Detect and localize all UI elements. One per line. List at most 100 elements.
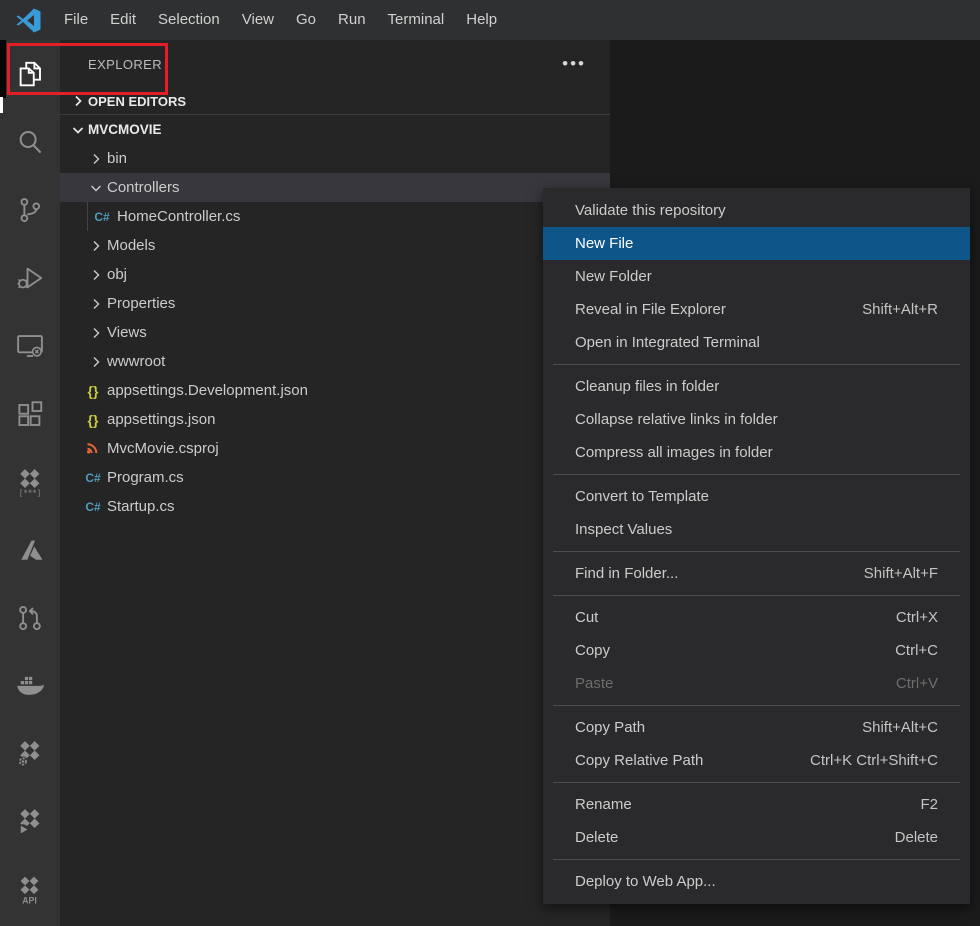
- menu-item-cleanup-files-in-folder[interactable]: Cleanup files in folder: [543, 370, 970, 403]
- tree-item-startup-cs[interactable]: C#Startup.cs: [60, 492, 610, 521]
- chevron-right-icon: [88, 354, 104, 370]
- menu-item-shortcut: F2: [920, 796, 938, 813]
- activitybar-active-indicator: [0, 97, 3, 113]
- menu-separator: [553, 859, 960, 860]
- activitybar-docker-icon[interactable]: [0, 652, 60, 720]
- tree-item-models[interactable]: Models: [60, 231, 610, 260]
- tree-item-label: Program.cs: [107, 469, 184, 486]
- menu-item-label: Reveal in File Explorer: [575, 301, 726, 318]
- menu-item-label: Collapse relative links in folder: [575, 411, 778, 428]
- tree-item-label: wwwroot: [107, 353, 165, 370]
- menubar-item-view[interactable]: View: [231, 0, 285, 40]
- json-file-icon: {}: [84, 412, 102, 428]
- activitybar-azure-static-web-apps-icon[interactable]: [0, 788, 60, 856]
- activitybar-run-and-debug-icon[interactable]: [0, 244, 60, 312]
- menubar-item-help[interactable]: Help: [455, 0, 508, 40]
- file-tree: binControllersC#HomeController.csModelso…: [60, 144, 610, 521]
- menu-item-cut[interactable]: CutCtrl+X: [543, 601, 970, 634]
- tree-item-bin[interactable]: bin: [60, 144, 610, 173]
- json-file-icon: {}: [84, 383, 102, 399]
- menu-separator: [553, 474, 960, 475]
- tree-item-wwwroot[interactable]: wwwroot: [60, 347, 610, 376]
- annotation-highlight-box: [7, 43, 168, 95]
- menubar-item-go[interactable]: Go: [285, 0, 327, 40]
- chevron-right-icon: [88, 267, 104, 283]
- tree-item-label: obj: [107, 266, 127, 283]
- tree-item-mvcmovie-csproj[interactable]: MvcMovie.csproj: [60, 434, 610, 463]
- menu-item-validate-this-repository[interactable]: Validate this repository: [543, 194, 970, 227]
- tree-item-label: HomeController.cs: [117, 208, 240, 225]
- menu-item-new-folder[interactable]: New Folder: [543, 260, 970, 293]
- activitybar-remote-explorer-icon[interactable]: [0, 312, 60, 380]
- menu-item-rename[interactable]: Rename F2: [543, 788, 970, 821]
- chevron-right-icon: [88, 325, 104, 341]
- menu-item-label: New File: [575, 235, 633, 252]
- chevron-right-icon: [88, 296, 104, 312]
- titlebar: FileEditSelectionViewGoRunTerminalHelp: [0, 0, 980, 40]
- menu-item-shortcut: Ctrl+C: [895, 642, 938, 659]
- menu-item-compress-all-images-in-folder[interactable]: Compress all images in folder: [543, 436, 970, 469]
- activitybar-extensions-icon[interactable]: [0, 380, 60, 448]
- menubar-item-run[interactable]: Run: [327, 0, 377, 40]
- activitybar-azure-api-management-icon[interactable]: API: [0, 856, 60, 924]
- menu-item-label: Inspect Values: [575, 521, 672, 538]
- tree-item-appsettings-json[interactable]: {}appsettings.json: [60, 405, 610, 434]
- window-edge: [0, 40, 6, 98]
- menu-item-open-in-integrated-terminal[interactable]: Open in Integrated Terminal: [543, 326, 970, 359]
- menu-item-copy-path[interactable]: Copy PathShift+Alt+C: [543, 711, 970, 744]
- menu-item-paste: PasteCtrl+V: [543, 667, 970, 700]
- tree-item-label: Startup.cs: [107, 498, 175, 515]
- menu-item-label: Rename: [575, 796, 632, 813]
- activitybar-azure-resources-icon[interactable]: [0, 720, 60, 788]
- tree-item-properties[interactable]: Properties: [60, 289, 610, 318]
- tree-item-label: appsettings.Development.json: [107, 382, 308, 399]
- tree-item-label: Views: [107, 324, 147, 341]
- section-mvcmovie[interactable]: MVCMOVIE: [60, 115, 610, 144]
- activitybar-source-control-icon[interactable]: [0, 176, 60, 244]
- indent-guide: [87, 202, 88, 231]
- tree-item-label: Properties: [107, 295, 175, 312]
- menubar-item-selection[interactable]: Selection: [147, 0, 231, 40]
- menu-item-find-in-folder[interactable]: Find in Folder...Shift+Alt+F: [543, 557, 970, 590]
- activitybar-search-icon[interactable]: [0, 108, 60, 176]
- tree-item-label: bin: [107, 150, 127, 167]
- menu-item-label: Compress all images in folder: [575, 444, 773, 461]
- menu-separator: [553, 595, 960, 596]
- tree-item-program-cs[interactable]: C# Program.cs: [60, 463, 610, 492]
- menu-item-reveal-in-file-explorer[interactable]: Reveal in File ExplorerShift+Alt+R: [543, 293, 970, 326]
- vscode-logo-icon: [16, 8, 41, 33]
- menu-item-delete[interactable]: DeleteDelete: [543, 821, 970, 854]
- menu-separator: [553, 782, 960, 783]
- tree-item-controllers[interactable]: Controllers: [60, 173, 610, 202]
- activitybar-azure-functions-icon[interactable]: [***]: [0, 448, 60, 516]
- menu-separator: [553, 364, 960, 365]
- activitybar-azure-icon[interactable]: [0, 516, 60, 584]
- tree-item-appsettings-development-json[interactable]: {} appsettings.Development.json: [60, 376, 610, 405]
- tree-item-homecontroller-cs[interactable]: C#HomeController.cs: [60, 202, 610, 231]
- menubar-item-file[interactable]: File: [53, 0, 99, 40]
- chevron-right-icon: [70, 93, 86, 109]
- menu-item-copy-relative-path[interactable]: Copy Relative PathCtrl+K Ctrl+Shift+C: [543, 744, 970, 777]
- csharp-file-icon: C#: [84, 471, 102, 485]
- menu-item-shortcut: Delete: [895, 829, 938, 846]
- menu-item-label: Cut: [575, 609, 598, 626]
- menubar-item-terminal[interactable]: Terminal: [377, 0, 456, 40]
- more-actions-icon[interactable]: •••: [562, 59, 586, 69]
- activitybar-github-pull-requests-icon[interactable]: [0, 584, 60, 652]
- menu-item-deploy-to-web-app[interactable]: Deploy to Web App...: [543, 865, 970, 898]
- menu-item-inspect-values[interactable]: Inspect Values: [543, 513, 970, 546]
- tree-item-obj[interactable]: obj: [60, 260, 610, 289]
- vscode-window: FileEditSelectionViewGoRunTerminalHelp […: [0, 0, 980, 926]
- menu-item-label: Find in Folder...: [575, 565, 678, 582]
- menu-item-label: Open in Integrated Terminal: [575, 334, 760, 351]
- menubar-item-edit[interactable]: Edit: [99, 0, 147, 40]
- menu-item-shortcut: Shift+Alt+C: [862, 719, 938, 736]
- menu-item-copy[interactable]: CopyCtrl+C: [543, 634, 970, 667]
- menu-item-collapse-relative-links-in-folder[interactable]: Collapse relative links in folder: [543, 403, 970, 436]
- tree-item-views[interactable]: Views: [60, 318, 610, 347]
- activity-bar: [***] API: [0, 40, 60, 926]
- menu-item-convert-to-template[interactable]: Convert to Template: [543, 480, 970, 513]
- csproj-file-icon: [84, 439, 102, 459]
- section-label: OPEN EDITORS: [88, 94, 186, 109]
- menu-item-new-file[interactable]: New File: [543, 227, 970, 260]
